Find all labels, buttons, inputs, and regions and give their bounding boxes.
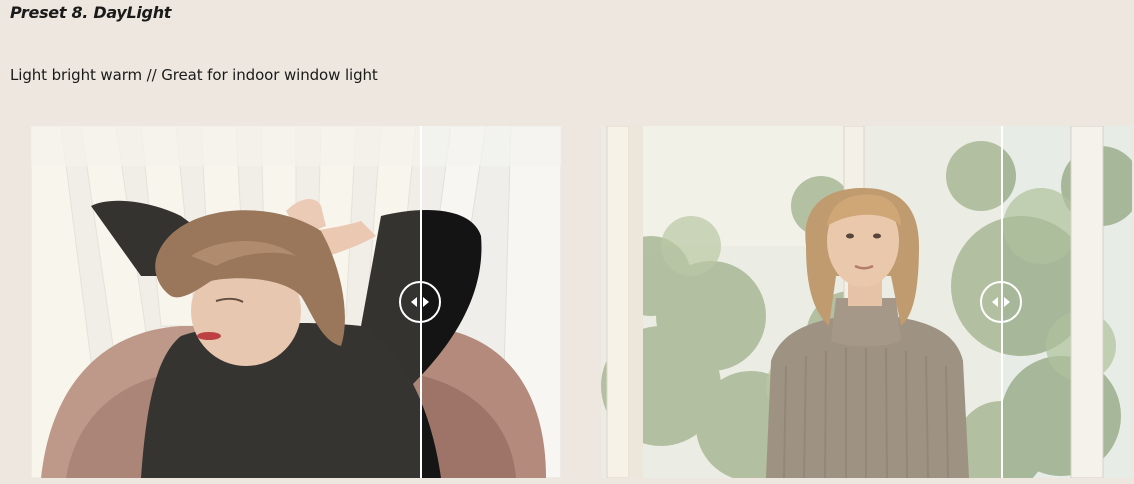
before-after-slider-1[interactable] — [31, 126, 561, 478]
left-right-arrows-icon — [410, 297, 429, 307]
slider-handle[interactable] — [979, 281, 1022, 323]
left-right-arrows-icon — [991, 297, 1010, 307]
preset-description: Light bright warm // Great for indoor wi… — [10, 66, 378, 84]
after-image — [601, 126, 1002, 478]
slider-divider[interactable] — [979, 126, 1022, 478]
slider-handle[interactable] — [398, 281, 441, 323]
after-image — [31, 126, 421, 478]
slider-divider[interactable] — [398, 126, 441, 478]
preset-title: Preset 8. DayLight — [10, 3, 172, 22]
before-after-slider-2[interactable] — [601, 126, 1132, 478]
